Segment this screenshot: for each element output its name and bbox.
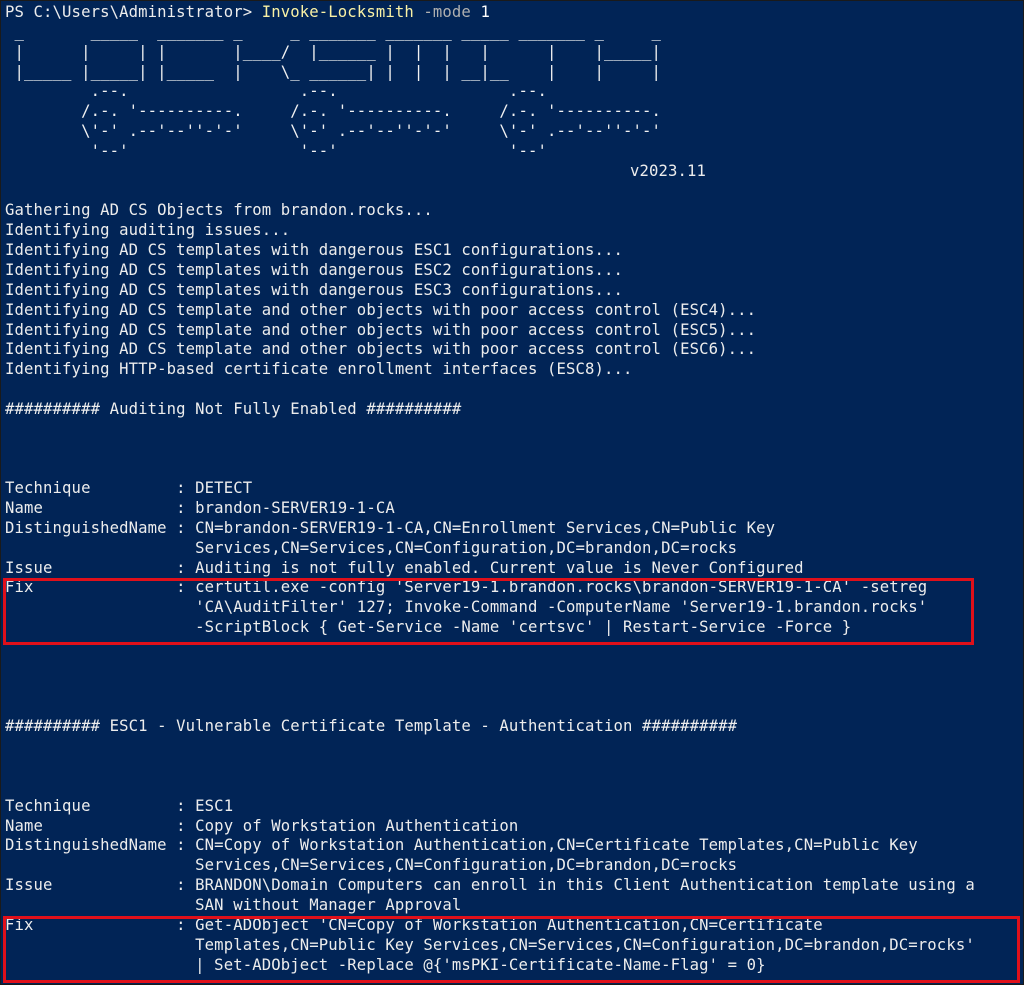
finding-name: Name : Copy of Workstation Authenticatio…	[5, 816, 519, 835]
progress-line: Identifying AD CS template and other obj…	[5, 340, 757, 359]
progress-line: Identifying AD CS templates with dangero…	[5, 280, 624, 299]
finding-issue: Issue : Auditing is not fully enabled. C…	[5, 558, 804, 577]
progress-messages: Gathering AD CS Objects from brandon.roc…	[5, 201, 1023, 380]
banner-version: v2023.11	[630, 161, 707, 180]
finding-name: Name : brandon-SERVER19-1-CA	[5, 499, 395, 518]
prompt-parameter: -mode	[413, 3, 471, 21]
prompt-parameter-value: 1	[470, 3, 490, 21]
finding-distinguished-name: DistinguishedName : CN=Copy of Workstati…	[5, 836, 918, 855]
finding-fix: Fix : certutil.exe -config 'Server19-1.b…	[5, 578, 928, 597]
section-header-auditing: ########## Auditing Not Fully Enabled ##…	[5, 399, 462, 418]
progress-line: Gathering AD CS Objects from brandon.roc…	[5, 201, 433, 220]
finding-fix-cont: -ScriptBlock { Get-Service -Name 'certsv…	[5, 618, 852, 637]
banner-art-line: '--' '--' '--'	[5, 141, 547, 160]
console-output: PS C:\Users\Administrator> Invoke-Locksm…	[5, 3, 1023, 975]
progress-line: Identifying auditing issues...	[5, 221, 291, 240]
banner-art-line: |_____ |_____| |_____ | \_ ______| | | |…	[5, 62, 662, 81]
powershell-console-window[interactable]: PS C:\Users\Administrator> Invoke-Locksm…	[0, 0, 1024, 985]
finding-issue: Issue : BRANDON\Domain Computers can enr…	[5, 876, 975, 895]
progress-line: Identifying AD CS template and other obj…	[5, 300, 757, 319]
finding-fix-cont: 'CA\AuditFilter' 127; Invoke-Command -Co…	[5, 598, 928, 617]
prompt-path: PS C:\Users\Administrator>	[5, 3, 262, 21]
banner-art-line: | | | | |____/ |______ | | | | | |_____|	[5, 42, 662, 61]
banner-art-line: .--. .--. .--.	[5, 82, 547, 101]
finding-fix-cont: Templates,CN=Public Key Services,CN=Serv…	[5, 935, 975, 954]
progress-line: Identifying AD CS templates with dangero…	[5, 241, 624, 260]
finding-distinguished-name-cont: Services,CN=Services,CN=Configuration,DC…	[5, 538, 738, 557]
finding-technique: Technique : ESC1	[5, 796, 234, 815]
finding-fix: Fix : Get-ADObject 'CN=Copy of Workstati…	[5, 915, 823, 934]
finding-distinguished-name: DistinguishedName : CN=brandon-SERVER19-…	[5, 518, 776, 537]
progress-line: Identifying AD CS templates with dangero…	[5, 260, 624, 279]
banner-art-line: /.-. '----------. /.-. '----------. /.-.…	[5, 102, 662, 121]
progress-line: Identifying HTTP-based certificate enrol…	[5, 360, 633, 379]
finding-fix-cont: | Set-ADObject -Replace @{'msPKI-Certifi…	[5, 955, 766, 974]
progress-line: Identifying AD CS template and other obj…	[5, 320, 757, 339]
finding-technique: Technique : DETECT	[5, 479, 253, 498]
locksmith-ascii-banner: _ _____ _______ _ _ _______ _______ ____…	[5, 23, 1023, 162]
finding-issue-cont: SAN without Manager Approval	[5, 895, 462, 914]
prompt-command: Invoke-Locksmith	[261, 3, 414, 21]
finding-esc1: Technique : ESC1 Name : Copy of Workstat…	[5, 797, 1023, 976]
finding-auditing: Technique : DETECT Name : brandon-SERVER…	[5, 479, 1023, 638]
section-header-esc1: ########## ESC1 - Vulnerable Certificate…	[5, 717, 738, 736]
banner-art-line: \'-' .--'--''-'-' \'-' .--'--''-'-' \'-'…	[5, 122, 662, 141]
finding-distinguished-name-cont: Services,CN=Services,CN=Configuration,DC…	[5, 856, 738, 875]
banner-art-line: _ _____ _______ _ _ _______ _______ ____…	[5, 22, 662, 41]
prompt-line: PS C:\Users\Administrator> Invoke-Locksm…	[5, 3, 1023, 23]
